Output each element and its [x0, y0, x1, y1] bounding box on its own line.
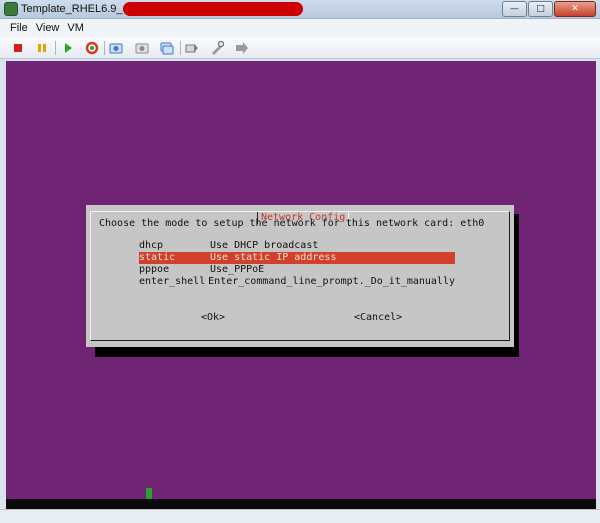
manage-snapshots-icon[interactable]	[159, 40, 175, 56]
menu-item-static[interactable]: static Use static IP address	[139, 252, 455, 264]
menu-item-tag: dhcp	[139, 240, 164, 251]
revert-snapshot-icon[interactable]	[134, 40, 150, 56]
menu-item-pppoe[interactable]: pppoe Use_PPPoE	[139, 264, 455, 276]
window-titlebar[interactable]: Template_RHEL6.9_OS_x64 — □ ✕	[0, 0, 600, 19]
network-mode-menu: dhcp Use DHCP broadcast static Use stati…	[139, 240, 455, 288]
send-ctrl-alt-del-icon[interactable]	[184, 40, 200, 56]
reset-icon[interactable]	[84, 40, 100, 56]
vm-app-icon	[4, 2, 18, 16]
menu-item-dhcp[interactable]: dhcp Use DHCP broadcast	[139, 240, 455, 252]
stop-icon[interactable]	[10, 40, 26, 56]
menu-item-tag: pppoe	[139, 264, 170, 275]
redacted-title-overlay	[123, 2, 303, 16]
pause-icon[interactable]	[34, 40, 50, 56]
dialog-buttons: <Ok> <Cancel>	[86, 312, 514, 324]
minimize-button[interactable]: —	[502, 1, 527, 17]
menu-item-tag: enter_shell	[139, 276, 206, 287]
menubar: File View VM	[0, 19, 600, 37]
toolbar	[0, 37, 600, 59]
settings-icon[interactable]	[209, 40, 225, 56]
menu-item-description: Use static IP address	[210, 252, 337, 263]
fullscreen-icon[interactable]	[234, 40, 250, 56]
network-config-dialog: Network Config Choose the mode to setup …	[86, 205, 514, 347]
menu-vm[interactable]: VM	[67, 22, 84, 34]
close-button[interactable]: ✕	[554, 1, 596, 17]
snapshot-icon[interactable]	[108, 40, 124, 56]
menu-item-description: Enter_command_line_prompt._Do_it_manuall…	[208, 276, 455, 287]
maximize-button[interactable]: □	[528, 1, 553, 17]
menu-view[interactable]: View	[36, 22, 60, 34]
cancel-button[interactable]: <Cancel>	[354, 312, 402, 324]
dialog-prompt: Choose the mode to setup the network for…	[99, 218, 485, 229]
menu-file[interactable]: File	[10, 22, 28, 34]
ok-button[interactable]: <Ok>	[201, 312, 225, 324]
status-bar	[0, 509, 600, 523]
console-bottom-strip	[6, 499, 596, 509]
console-cursor	[146, 488, 152, 499]
menu-item-description: Use_PPPoE	[210, 264, 265, 275]
menu-item-description: Use DHCP broadcast	[210, 240, 319, 251]
menu-item-tag: static	[139, 252, 176, 263]
play-icon[interactable]	[60, 40, 76, 56]
menu-item-enter-shell[interactable]: enter_shell Enter_command_line_prompt._D…	[139, 276, 455, 288]
